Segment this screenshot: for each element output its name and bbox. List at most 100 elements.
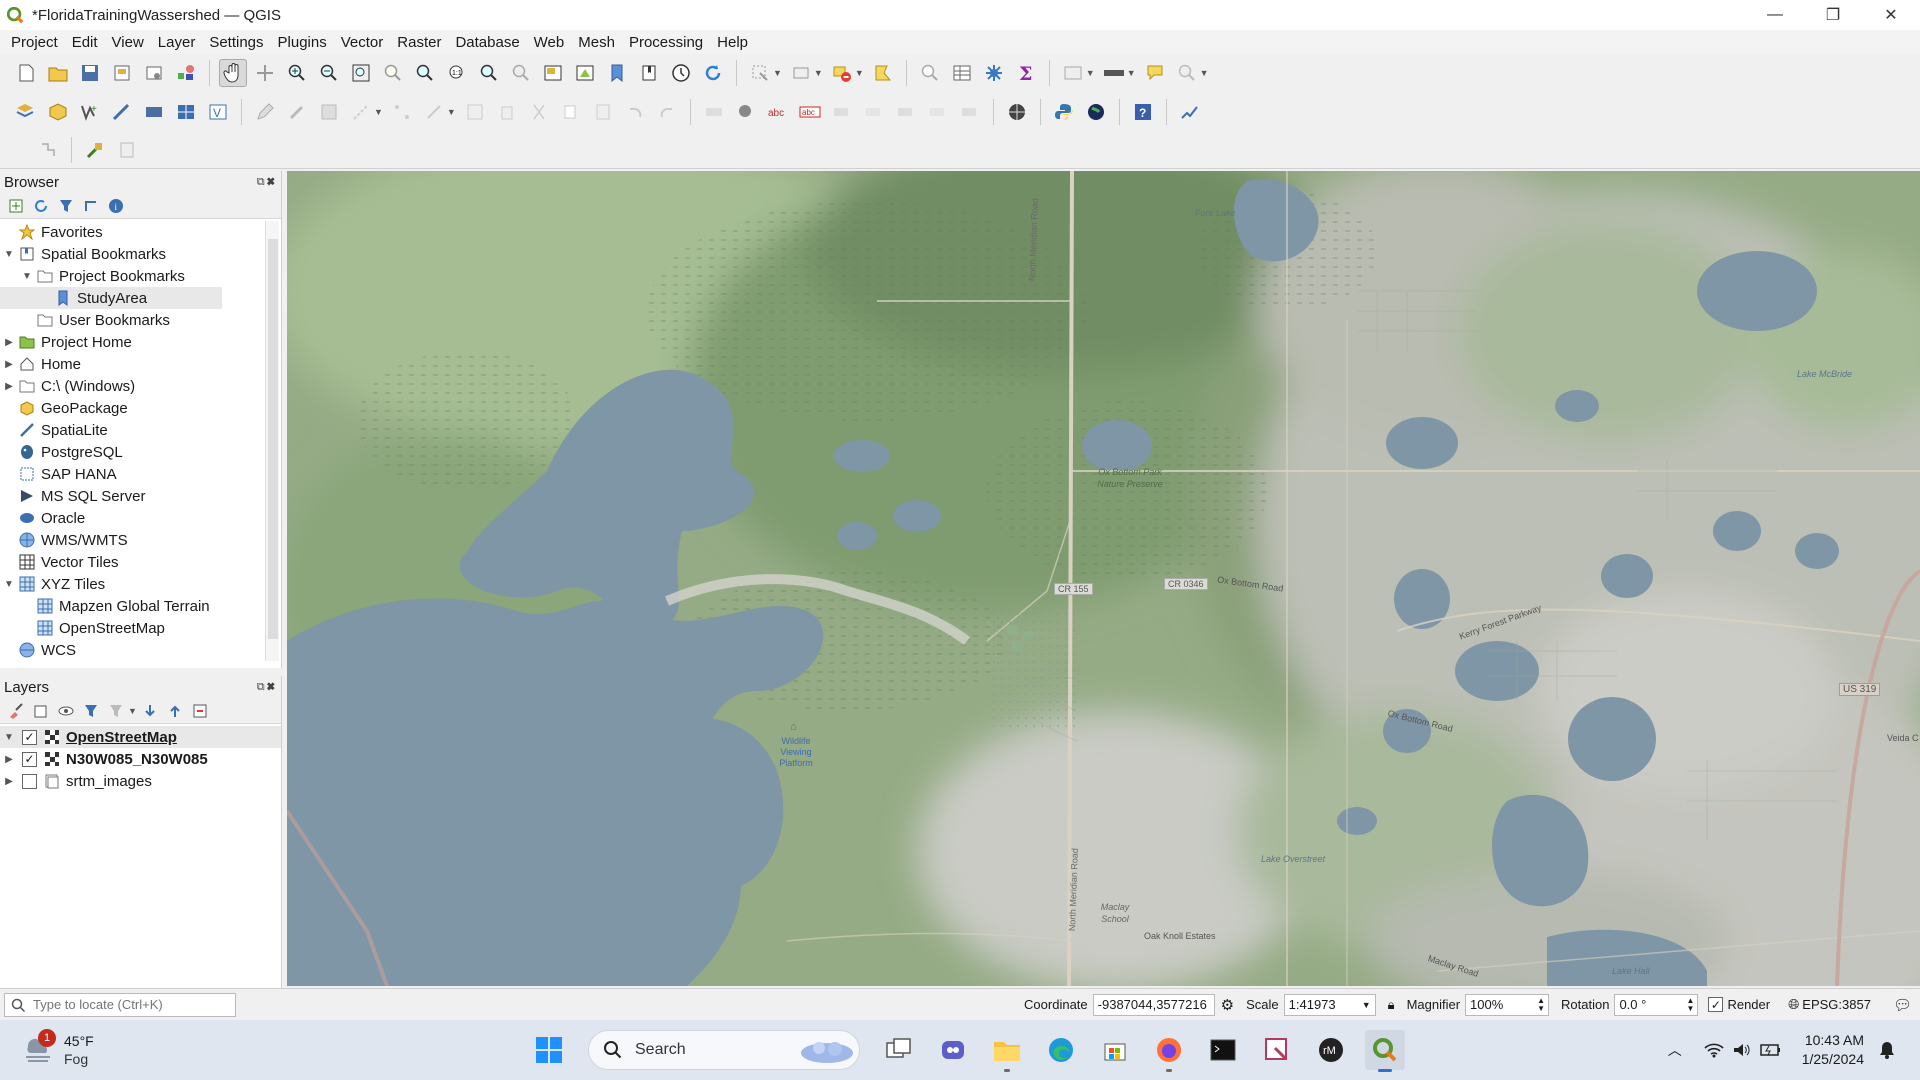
show-hidden-icons-icon[interactable]: ︿ xyxy=(1668,1040,1682,1060)
restore-button[interactable]: ❐ xyxy=(1804,0,1862,30)
browser-item[interactable]: ▼ Project Bookmarks xyxy=(0,265,281,287)
browser-scrollbar[interactable] xyxy=(265,221,279,661)
open-project-icon[interactable] xyxy=(44,59,72,87)
rotation-field[interactable]: 0.0 ° ▲ ▼ xyxy=(1614,993,1699,1016)
new-bookmark-icon[interactable] xyxy=(603,59,631,87)
windows-start-icon[interactable] xyxy=(529,1030,569,1070)
modify-attributes-icon[interactable] xyxy=(420,98,448,126)
redo-icon[interactable] xyxy=(653,98,681,126)
pan-map-icon[interactable] xyxy=(219,59,247,87)
zoom-in-icon[interactable] xyxy=(283,59,311,87)
chevron-down-icon[interactable]: ▼ xyxy=(447,107,456,117)
browser-item[interactable]: ▼ XYZ Tiles xyxy=(0,573,281,595)
magnifier-field[interactable]: 100% ▲ ▼ xyxy=(1465,993,1550,1016)
data-source-manager-icon[interactable] xyxy=(12,98,40,126)
new-map-view-icon[interactable] xyxy=(539,59,567,87)
browser-item[interactable]: ▶ Project Home xyxy=(0,331,281,353)
teams-chat-icon[interactable] xyxy=(933,1030,973,1070)
add-selected-layers-icon[interactable] xyxy=(6,196,26,216)
chevron-down-icon[interactable]: ▼ xyxy=(128,706,137,716)
edit-pencil-icon[interactable] xyxy=(251,98,279,126)
locator-box[interactable] xyxy=(4,992,236,1017)
task-view-icon[interactable] xyxy=(879,1030,919,1070)
add-vector-layer-icon[interactable]: + xyxy=(76,98,104,126)
menu-layer[interactable]: Layer xyxy=(151,34,203,51)
edge-browser-icon[interactable] xyxy=(1041,1030,1081,1070)
temporal-controller-icon[interactable] xyxy=(667,59,695,87)
close-button[interactable]: ✕ xyxy=(1862,0,1920,30)
notification-bell-icon[interactable] xyxy=(1878,1040,1896,1060)
toggle-extents-icon[interactable]: ⚙ xyxy=(1221,996,1234,1014)
terminal-icon[interactable] xyxy=(1203,1030,1243,1070)
browser-item[interactable]: MS SQL Server xyxy=(0,485,281,507)
layer-item[interactable]: ▼ ✓ OpenStreetMap xyxy=(0,726,281,748)
panel-float-close-icon[interactable]: ⧉✖ xyxy=(257,681,277,694)
volume-icon[interactable] xyxy=(1732,1042,1752,1058)
edit-attributes-icon[interactable] xyxy=(461,98,489,126)
wifi-icon[interactable] xyxy=(1704,1042,1724,1058)
rotate-label-icon[interactable] xyxy=(924,98,952,126)
python-console-icon[interactable] xyxy=(1050,98,1078,126)
style-manager-icon[interactable] xyxy=(172,59,200,87)
save-edits-icon[interactable] xyxy=(315,98,343,126)
zoom-full-icon[interactable] xyxy=(347,59,375,87)
zoom-next-icon[interactable] xyxy=(507,59,535,87)
expand-arrow-icon[interactable]: ▶ xyxy=(2,776,16,787)
browser-item[interactable]: ▼ Spatial Bookmarks xyxy=(0,243,281,265)
spinbox-arrows-icon[interactable]: ▲ ▼ xyxy=(1687,996,1695,1013)
expand-arrow-icon[interactable]: ▼ xyxy=(20,271,34,282)
select-features-icon[interactable] xyxy=(787,59,815,87)
zoom-to-layer-icon[interactable] xyxy=(411,59,439,87)
label-tool-icon[interactable]: abc xyxy=(796,98,824,126)
menu-plugins[interactable]: Plugins xyxy=(271,34,334,51)
snipping-tool-icon[interactable] xyxy=(1257,1030,1297,1070)
label-icon[interactable] xyxy=(700,98,728,126)
georeferencer-icon[interactable] xyxy=(81,136,109,164)
browser-item[interactable]: GeoPackage xyxy=(0,397,281,419)
expand-all-icon[interactable] xyxy=(140,701,160,721)
map-tips-icon[interactable] xyxy=(1059,59,1087,87)
change-label-icon[interactable] xyxy=(956,98,984,126)
browser-item[interactable]: User Bookmarks xyxy=(0,309,281,331)
spinbox-arrows-icon[interactable]: ▲ ▼ xyxy=(1537,996,1545,1013)
deselect-features-icon[interactable] xyxy=(828,59,856,87)
layer-labeling-icon[interactable]: abc xyxy=(764,98,792,126)
move-label-icon[interactable] xyxy=(892,98,920,126)
refresh-icon[interactable] xyxy=(699,59,727,87)
battery-icon[interactable] xyxy=(1759,1042,1782,1058)
map-canvas[interactable]: Fore Lake North Meridian Road Ox Bottom … xyxy=(287,171,1920,986)
statistics-icon[interactable]: Σ xyxy=(1012,59,1040,87)
render-checkbox[interactable]: ✓ xyxy=(1708,997,1724,1012)
browser-item[interactable]: ▶ Home xyxy=(0,353,281,375)
save-project-icon[interactable] xyxy=(76,59,104,87)
crs-globe-icon[interactable]: 🌐︎ xyxy=(1788,996,1799,1013)
menu-view[interactable]: View xyxy=(105,34,151,51)
cut-features-icon[interactable] xyxy=(525,98,553,126)
filter-icon[interactable] xyxy=(56,196,76,216)
manage-map-themes-icon[interactable] xyxy=(56,701,76,721)
attribute-table-icon[interactable] xyxy=(948,59,976,87)
refresh-icon[interactable] xyxy=(31,196,51,216)
browser-item[interactable]: Oracle xyxy=(0,507,281,529)
annotation-icon[interactable] xyxy=(1141,59,1169,87)
menu-web[interactable]: Web xyxy=(527,34,572,51)
collapse-arrow-icon[interactable]: ▶ xyxy=(2,381,16,392)
chevron-down-icon[interactable]: ▼ xyxy=(374,107,383,117)
help-icon[interactable]: ? xyxy=(1129,98,1157,126)
add-group-icon[interactable] xyxy=(31,701,51,721)
file-explorer-icon[interactable] xyxy=(987,1030,1027,1072)
browser-item[interactable]: Mapzen Global Terrain xyxy=(0,595,281,617)
weather-widget[interactable]: 1 45°F Fog xyxy=(22,1029,522,1068)
filter-legend-icon[interactable] xyxy=(81,701,101,721)
browser-item[interactable]: WMS/WMTS xyxy=(0,529,281,551)
panel-float-close-icon[interactable]: ⧉✖ xyxy=(257,176,277,189)
locator-input[interactable] xyxy=(31,996,221,1013)
menu-database[interactable]: Database xyxy=(448,34,526,51)
open-layer-styling-icon[interactable] xyxy=(6,701,26,721)
menu-settings[interactable]: Settings xyxy=(202,34,270,51)
layout-manager-icon[interactable] xyxy=(140,59,168,87)
pan-to-selection-icon[interactable] xyxy=(251,59,279,87)
show-bookmarks-icon[interactable] xyxy=(635,59,663,87)
chevron-down-icon[interactable]: ▼ xyxy=(1086,68,1095,78)
qgis-taskbar-icon[interactable] xyxy=(1365,1030,1405,1072)
